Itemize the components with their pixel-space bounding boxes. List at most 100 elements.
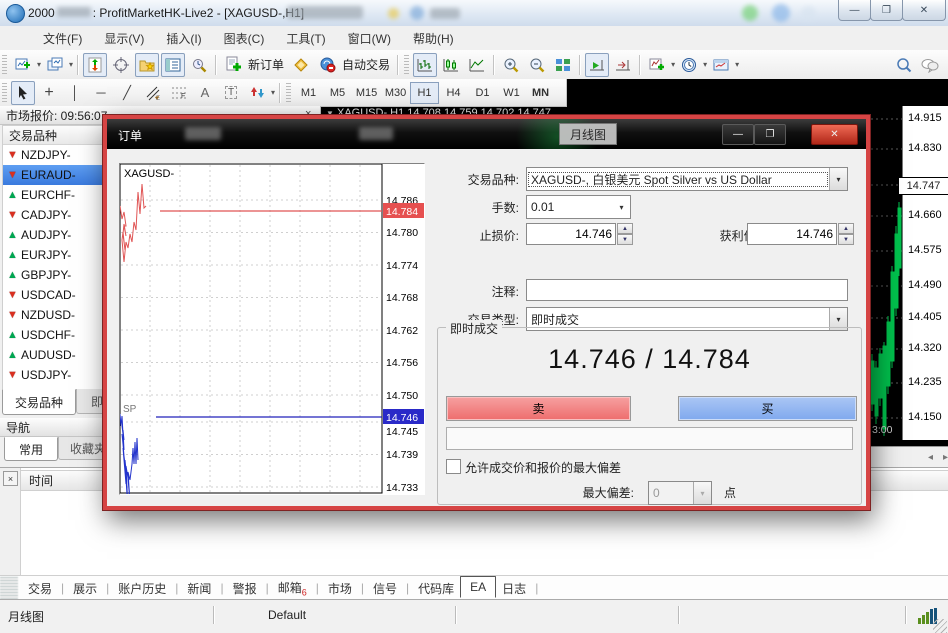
spin-down-icon[interactable]: ▼ (617, 234, 633, 245)
close-button[interactable]: ✕ (902, 0, 946, 21)
take-profit-input[interactable] (747, 223, 837, 245)
timeframe-mn[interactable]: MN (526, 82, 555, 104)
volume-combobox[interactable]: 0.01 ▾ (526, 195, 631, 219)
maximize-button[interactable]: ❐ (870, 0, 903, 21)
dialog-titlebar[interactable]: 订单 — ❐ ✕ (107, 119, 866, 149)
tab-ea[interactable]: EA (460, 576, 496, 598)
text-label-tool[interactable]: T (219, 81, 243, 105)
minimize-button[interactable]: — (838, 0, 871, 21)
spin-down-icon[interactable]: ▼ (838, 234, 854, 245)
candlestick-chart-button[interactable] (439, 53, 463, 77)
data-window-toggle[interactable] (109, 53, 133, 77)
toolbar-grip[interactable] (2, 55, 7, 75)
max-deviation-combobox[interactable]: 0 ▾ (648, 481, 712, 505)
deviation-checkbox-label[interactable]: 允许成交价和报价的最大偏差 (465, 459, 621, 476)
chat-icon[interactable] (918, 53, 942, 77)
menu-tools[interactable]: 工具(T) (275, 26, 336, 51)
autotrading-label[interactable]: 自动交易 (342, 56, 390, 73)
timeframe-m30[interactable]: M30 (381, 82, 410, 104)
toolbar-grip[interactable] (2, 83, 7, 103)
tab-trade[interactable]: 交易 (22, 578, 58, 599)
chart-horizontal-scrollbar[interactable]: ◂ ▸ (870, 446, 948, 467)
tab-code-base[interactable]: 代码库 (412, 578, 460, 599)
symbol-combobox[interactable]: XAGUSD-, 白银美元 Spot Silver vs US Dollar ▾ (526, 167, 848, 191)
vertical-line-tool[interactable]: │ (63, 81, 87, 105)
templates-dropdown[interactable]: ▾ (735, 60, 739, 69)
dock-grip[interactable] (0, 577, 18, 599)
periods-button[interactable] (677, 53, 701, 77)
dialog-minimize-button[interactable]: — (722, 124, 754, 145)
zoom-in-button[interactable] (499, 53, 523, 77)
tab-exposure[interactable]: 展示 (67, 578, 103, 599)
timeframe-m5[interactable]: M5 (323, 82, 352, 104)
toolbar-grip[interactable] (286, 83, 291, 103)
menu-insert[interactable]: 插入(I) (155, 26, 212, 51)
tab-alerts[interactable]: 警报 (227, 578, 263, 599)
toolbar-grip[interactable] (404, 55, 409, 75)
new-chart-button[interactable] (11, 53, 35, 77)
dialog-close-button[interactable]: ✕ (811, 124, 858, 145)
indicators-dropdown[interactable]: ▾ (671, 60, 675, 69)
menu-view[interactable]: 显示(V) (93, 26, 155, 51)
menu-window[interactable]: 窗口(W) (337, 26, 402, 51)
stop-loss-input[interactable] (526, 223, 616, 245)
tile-windows-button[interactable] (551, 53, 575, 77)
menu-help[interactable]: 帮助(H) (402, 26, 465, 51)
market-watch-toggle[interactable] (83, 53, 107, 77)
status-profile[interactable]: Default (268, 608, 306, 622)
fibonacci-tool[interactable]: F (167, 81, 191, 105)
timeframe-h4[interactable]: H4 (439, 82, 468, 104)
periods-dropdown[interactable]: ▾ (703, 60, 707, 69)
trendline-tool[interactable]: ╱ (115, 81, 139, 105)
scroll-left-icon[interactable]: ◂ (928, 452, 933, 463)
timeframe-m1[interactable]: M1 (294, 82, 323, 104)
new-chart-dropdown[interactable]: ▾ (37, 60, 41, 69)
terminal-toggle[interactable] (161, 53, 185, 77)
chevron-down-icon[interactable]: ▾ (829, 168, 847, 190)
bar-chart-button[interactable] (413, 53, 437, 77)
comment-input[interactable] (526, 279, 848, 301)
terminal-close-icon[interactable]: × (3, 471, 18, 486)
tab-signals[interactable]: 信号 (367, 578, 403, 599)
resize-grip[interactable] (933, 619, 947, 633)
tab-symbols[interactable]: 交易品种 (2, 389, 76, 415)
auto-scroll-button[interactable] (585, 53, 609, 77)
line-chart-button[interactable] (465, 53, 489, 77)
strategy-tester-toggle[interactable] (187, 53, 211, 77)
profiles-dropdown[interactable]: ▾ (69, 60, 73, 69)
scroll-right-icon[interactable]: ▸ (943, 452, 948, 463)
dialog-restore-button[interactable]: ❐ (754, 124, 786, 145)
search-icon[interactable] (892, 53, 916, 77)
buy-button[interactable]: 买 (678, 396, 857, 421)
menu-file[interactable]: 文件(F) (32, 26, 93, 51)
horizontal-line-tool[interactable]: ─ (89, 81, 113, 105)
channel-tool[interactable]: E (141, 81, 165, 105)
timeframe-h1[interactable]: H1 (410, 82, 439, 104)
chevron-down-icon[interactable]: ▾ (613, 196, 630, 218)
cursor-tool[interactable] (11, 81, 35, 105)
sell-button[interactable]: 卖 (446, 396, 631, 421)
timeframe-d1[interactable]: D1 (468, 82, 497, 104)
tab-journal[interactable]: 日志 (496, 578, 532, 599)
tab-account-history[interactable]: 账户历史 (112, 578, 172, 599)
arrows-dropdown[interactable]: ▾ (271, 88, 275, 97)
autotrading-button[interactable] (315, 53, 339, 77)
deviation-checkbox[interactable] (446, 459, 461, 474)
spin-up-icon[interactable]: ▲ (617, 223, 633, 234)
metaeditor-button[interactable] (289, 53, 313, 77)
crosshair-tool[interactable]: + (37, 81, 61, 105)
profiles-button[interactable] (43, 53, 67, 77)
tab-mailbox[interactable]: 邮箱6 (272, 577, 313, 599)
chart-shift-button[interactable] (611, 53, 635, 77)
arrows-tool[interactable] (245, 81, 269, 105)
text-tool[interactable]: A (193, 81, 217, 105)
templates-button[interactable] (709, 53, 733, 77)
spin-up-icon[interactable]: ▲ (838, 223, 854, 234)
price-scale[interactable]: 14.915 14.830 14.660 14.575 14.490 14.40… (902, 106, 948, 440)
zoom-out-button[interactable] (525, 53, 549, 77)
navigator-toggle[interactable] (135, 53, 159, 77)
timeframe-m15[interactable]: M15 (352, 82, 381, 104)
indicators-button[interactable] (645, 53, 669, 77)
new-order-button[interactable] (221, 53, 245, 77)
tab-common[interactable]: 常用 (4, 437, 58, 461)
